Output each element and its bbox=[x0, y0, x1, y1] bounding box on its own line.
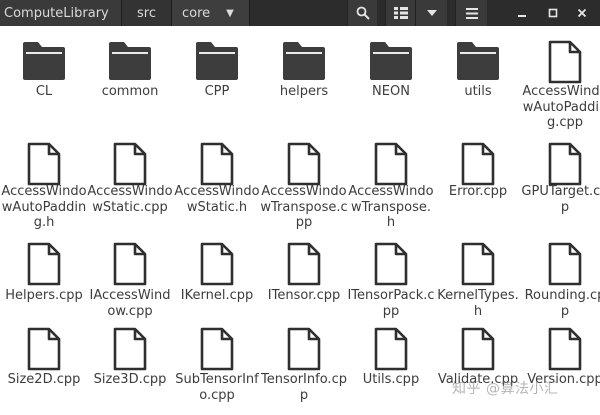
watermark: 知乎 @算法小汇 bbox=[452, 381, 559, 397]
breadcrumb-core-label: core bbox=[182, 5, 211, 21]
chevron-down-icon bbox=[426, 10, 437, 16]
file-icon bbox=[0, 142, 88, 188]
item-label: ITensor.cpp bbox=[267, 288, 341, 303]
item-label: Error.cpp bbox=[448, 184, 508, 199]
maximize-button[interactable] bbox=[539, 0, 567, 26]
file-icon bbox=[86, 242, 174, 288]
breadcrumb-src[interactable]: src bbox=[122, 0, 172, 26]
folder-icon bbox=[0, 40, 88, 86]
view-options-button[interactable] bbox=[415, 0, 447, 26]
item-label: KernelTypes.h bbox=[437, 288, 519, 319]
view-toggle-button[interactable] bbox=[385, 0, 415, 26]
folder-icon bbox=[434, 40, 522, 86]
item-label: helpers bbox=[279, 84, 329, 99]
breadcrumb-core[interactable]: core ▼ bbox=[172, 0, 250, 26]
file-icon bbox=[434, 242, 522, 288]
search-icon bbox=[356, 6, 370, 20]
minimize-button[interactable] bbox=[508, 0, 536, 26]
item-label: IKernel.cpp bbox=[180, 288, 254, 303]
file-icon bbox=[347, 242, 435, 288]
item-label: Helpers.cpp bbox=[5, 288, 83, 303]
file-icon bbox=[521, 142, 600, 188]
item-label: ITensorPack.cpp bbox=[347, 288, 435, 319]
file-grid: CL common CPP helpers NEON utils AccessW… bbox=[0, 26, 600, 415]
file-icon bbox=[260, 327, 348, 373]
file-icon bbox=[86, 327, 174, 373]
item-label: TensorInfo.cpp bbox=[261, 372, 347, 403]
folder-icon bbox=[347, 40, 435, 86]
item-label: AccessWindowStatic.h bbox=[174, 184, 260, 215]
item-label: common bbox=[101, 84, 159, 99]
item-label: AccessWindowAutoPadding.cpp bbox=[522, 84, 600, 130]
file-icon bbox=[521, 242, 600, 288]
item-label: CL bbox=[35, 84, 53, 99]
file-icon bbox=[521, 40, 600, 86]
item-label: NEON bbox=[372, 84, 410, 99]
item-label: AccessWindowAutoPadding.h bbox=[1, 184, 87, 230]
folder-icon bbox=[173, 40, 261, 86]
item-label: Size3D.cpp bbox=[93, 372, 167, 387]
file-icon bbox=[0, 242, 88, 288]
file-icon bbox=[86, 142, 174, 188]
file-icon bbox=[0, 327, 88, 373]
item-label: IAccessWindow.cpp bbox=[89, 288, 171, 319]
close-icon bbox=[577, 8, 587, 18]
menu-button[interactable] bbox=[455, 0, 487, 26]
item-label: SubTensorInfo.cpp bbox=[175, 372, 259, 403]
item-label: AccessWindowTranspose.cpp bbox=[260, 184, 348, 230]
item-label: Size2D.cpp bbox=[7, 372, 81, 387]
close-button[interactable] bbox=[568, 0, 596, 26]
file-icon bbox=[173, 142, 261, 188]
chevron-down-icon[interactable]: ▼ bbox=[226, 8, 234, 19]
file-icon bbox=[434, 327, 522, 373]
item-label: AccessWindowStatic.cpp bbox=[87, 184, 173, 215]
item-label: Utils.cpp bbox=[362, 372, 420, 387]
item-label: AccessWindowTranspose.h bbox=[348, 184, 434, 230]
maximize-icon bbox=[548, 8, 558, 18]
search-button[interactable] bbox=[347, 0, 377, 26]
file-icon bbox=[173, 327, 261, 373]
list-view-icon bbox=[393, 7, 408, 19]
file-icon bbox=[260, 142, 348, 188]
file-icon bbox=[347, 327, 435, 373]
file-icon bbox=[521, 327, 600, 373]
file-icon bbox=[260, 242, 348, 288]
item-label: CPP bbox=[204, 84, 230, 99]
folder-icon bbox=[86, 40, 174, 86]
breadcrumb-computelibrary[interactable]: ComputeLibrary bbox=[0, 0, 122, 26]
hamburger-menu-icon bbox=[465, 7, 478, 19]
minimize-icon bbox=[518, 15, 526, 17]
item-label: Rounding.cpp bbox=[524, 288, 600, 319]
item-label: GPUTarget.cpp bbox=[521, 184, 600, 215]
file-icon bbox=[347, 142, 435, 188]
file-icon bbox=[434, 142, 522, 188]
file-icon bbox=[173, 242, 261, 288]
folder-icon bbox=[260, 40, 348, 86]
item-label: utils bbox=[464, 84, 492, 99]
